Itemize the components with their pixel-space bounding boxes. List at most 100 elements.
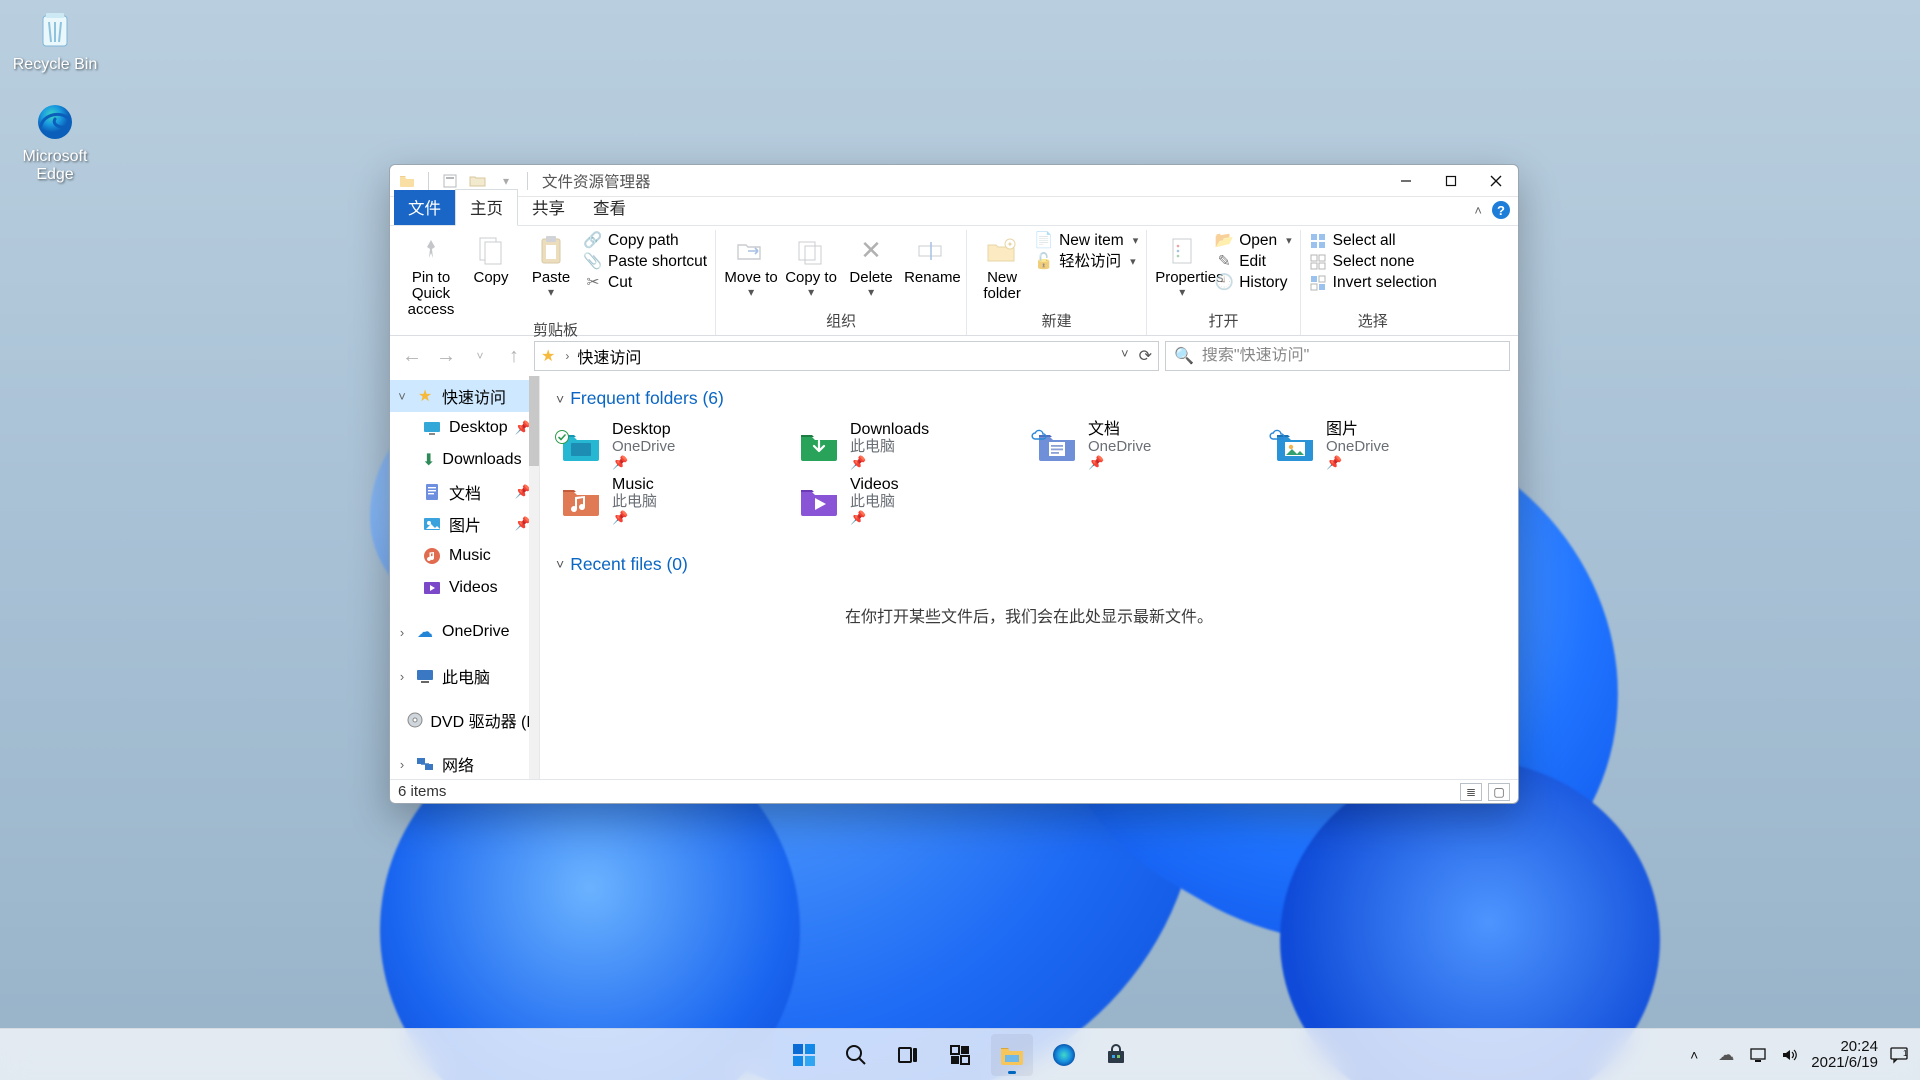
store-taskbar-button[interactable] xyxy=(1095,1034,1137,1076)
folder-location: 此电脑 xyxy=(850,439,929,456)
folder-item-pictures[interactable]: 图片OneDrive📌 xyxy=(1270,419,1502,472)
nav-up-button[interactable]: ↑ xyxy=(500,342,528,370)
recycle-bin-icon[interactable]: Recycle Bin xyxy=(10,8,100,74)
sidebar-network[interactable]: ›网络 xyxy=(390,748,539,779)
recent-files-header[interactable]: ˅ Recent files (0) xyxy=(556,554,1502,575)
help-icon[interactable]: ? xyxy=(1492,201,1510,219)
edit-button[interactable]: ✎Edit xyxy=(1215,253,1291,271)
pin-quick-access-button[interactable]: Pin to Quick access xyxy=(404,230,458,317)
minimize-button[interactable] xyxy=(1383,165,1428,197)
videos-folder-icon xyxy=(798,481,840,521)
properties-button[interactable]: Properties▾ xyxy=(1155,230,1209,298)
taskbar-clock[interactable]: 20:24 2021/6/19 xyxy=(1811,1039,1878,1071)
edge-taskbar-button[interactable] xyxy=(1043,1034,1085,1076)
address-bar[interactable]: ★ › 快速访问 ˅ ⟳ xyxy=(534,341,1159,371)
sidebar-onedrive[interactable]: ›☁OneDrive xyxy=(390,616,539,648)
notifications-tray-icon[interactable]: 1 xyxy=(1888,1044,1910,1066)
ribbon-tabs: 文件 主页 共享 查看 ˄ ? xyxy=(390,197,1518,226)
network-tray-icon[interactable] xyxy=(1747,1044,1769,1066)
tab-file[interactable]: 文件 xyxy=(394,190,455,225)
open-button[interactable]: 📂Open▾ xyxy=(1215,232,1291,250)
folder-name: 文档 xyxy=(1088,421,1151,439)
downloads-folder-icon xyxy=(798,426,840,466)
paste-button[interactable]: Paste ▾ xyxy=(524,230,578,298)
delete-button[interactable]: ✕ Delete▾ xyxy=(844,230,898,298)
svg-text:1: 1 xyxy=(1903,1049,1908,1058)
select-none-button[interactable]: Select none xyxy=(1309,253,1437,271)
pin-icon: 📌 xyxy=(612,456,675,471)
edge-label: Microsoft Edge xyxy=(23,148,88,183)
nav-forward-button[interactable]: → xyxy=(432,342,460,370)
nav-history-dropdown[interactable]: ˅ xyxy=(466,342,494,370)
tab-view[interactable]: 查看 xyxy=(579,190,640,225)
folder-item-music[interactable]: Music此电脑📌 xyxy=(556,474,788,527)
sidebar-item-music[interactable]: Music xyxy=(390,540,539,572)
sidebar-quick-access[interactable]: ˅ ★ 快速访问 xyxy=(390,380,539,412)
select-all-button[interactable]: Select all xyxy=(1309,232,1437,250)
tab-home[interactable]: 主页 xyxy=(455,189,518,226)
tab-share[interactable]: 共享 xyxy=(518,190,579,225)
onedrive-tray-icon[interactable]: ☁ xyxy=(1715,1044,1737,1066)
invert-selection-button[interactable]: Invert selection xyxy=(1309,274,1437,292)
chevron-down-icon[interactable]: ˅ xyxy=(396,389,408,404)
easy-access-button[interactable]: 🔓轻松访问▾ xyxy=(1035,253,1138,271)
task-view-button[interactable] xyxy=(887,1034,929,1076)
new-item-button[interactable]: 📄New item▾ xyxy=(1035,232,1138,250)
move-to-button[interactable]: Move to▾ xyxy=(724,230,778,298)
desktop-icon xyxy=(422,418,442,438)
sidebar-item-videos[interactable]: Videos xyxy=(390,572,539,604)
address-dropdown-icon[interactable]: ˅ xyxy=(1121,346,1129,366)
pin-icon: 📌 xyxy=(1326,456,1389,471)
tray-overflow-icon[interactable]: ˄ xyxy=(1683,1044,1705,1066)
file-explorer-taskbar-button[interactable] xyxy=(991,1034,1033,1076)
start-button[interactable] xyxy=(783,1034,825,1076)
qat-folder-icon[interactable] xyxy=(396,170,418,192)
paste-shortcut-button[interactable]: 📎Paste shortcut xyxy=(584,253,707,271)
sidebar-this-pc[interactable]: ›此电脑 xyxy=(390,660,539,692)
volume-tray-icon[interactable] xyxy=(1779,1044,1801,1066)
chevron-right-icon[interactable]: › xyxy=(396,757,408,772)
details-view-button[interactable]: ≣ xyxy=(1460,783,1482,801)
large-icons-view-button[interactable]: ▢ xyxy=(1488,783,1510,801)
sidebar-item-pictures[interactable]: 图片📌 xyxy=(390,508,539,540)
copy-button[interactable]: Copy xyxy=(464,230,518,286)
group-organize-label: 组织 xyxy=(826,308,856,335)
pin-icon: 📌 xyxy=(850,456,929,471)
rename-button[interactable]: Rename xyxy=(904,230,958,286)
quick-access-star-icon: ★ xyxy=(541,346,555,366)
folder-item-desktop[interactable]: DesktopOneDrive📌 xyxy=(556,419,788,472)
close-button[interactable] xyxy=(1473,165,1518,197)
recent-empty-message: 在你打开某些文件后，我们会在此处显示最新文件。 xyxy=(556,603,1502,627)
edge-icon[interactable]: Microsoft Edge xyxy=(10,100,100,184)
folder-item-videos[interactable]: Videos此电脑📌 xyxy=(794,474,1026,527)
ribbon-collapse-icon[interactable]: ˄ xyxy=(1474,203,1482,218)
widgets-button[interactable] xyxy=(939,1034,981,1076)
folder-item-documents[interactable]: 文档OneDrive📌 xyxy=(1032,419,1264,472)
copy-to-button[interactable]: Copy to▾ xyxy=(784,230,838,298)
folder-location: 此电脑 xyxy=(850,494,899,511)
folder-name: Downloads xyxy=(850,421,929,439)
copy-path-button[interactable]: 🔗Copy path xyxy=(584,232,707,250)
new-folder-button[interactable]: ✦ New folder xyxy=(975,230,1029,302)
sidebar-item-downloads[interactable]: ⬇Downloads📌 xyxy=(390,444,539,476)
search-box[interactable]: 🔍 xyxy=(1165,341,1510,371)
cut-button[interactable]: ✂Cut xyxy=(584,274,707,292)
breadcrumb-quick-access[interactable]: 快速访问 xyxy=(577,344,641,368)
window-title: 文件资源管理器 xyxy=(542,170,651,192)
sidebar-scrollbar[interactable] xyxy=(529,376,539,779)
chevron-right-icon[interactable]: › xyxy=(396,625,408,640)
sidebar-item-documents[interactable]: 文档📌 xyxy=(390,476,539,508)
search-button[interactable] xyxy=(835,1034,877,1076)
sidebar-item-desktop[interactable]: Desktop📌 xyxy=(390,412,539,444)
history-button[interactable]: 🕘History xyxy=(1215,274,1291,292)
refresh-icon[interactable]: ⟳ xyxy=(1139,346,1152,366)
videos-icon xyxy=(422,578,442,598)
sidebar-dvd[interactable]: ›DVD 驱动器 (D:) xyxy=(390,704,539,736)
frequent-folders-header[interactable]: ˅ Frequent folders (6) xyxy=(556,388,1502,409)
chevron-right-icon: › xyxy=(565,349,569,363)
search-input[interactable] xyxy=(1202,347,1501,365)
nav-back-button[interactable]: ← xyxy=(398,342,426,370)
folder-item-downloads[interactable]: Downloads此电脑📌 xyxy=(794,419,1026,472)
chevron-right-icon[interactable]: › xyxy=(396,669,408,684)
maximize-button[interactable] xyxy=(1428,165,1473,197)
